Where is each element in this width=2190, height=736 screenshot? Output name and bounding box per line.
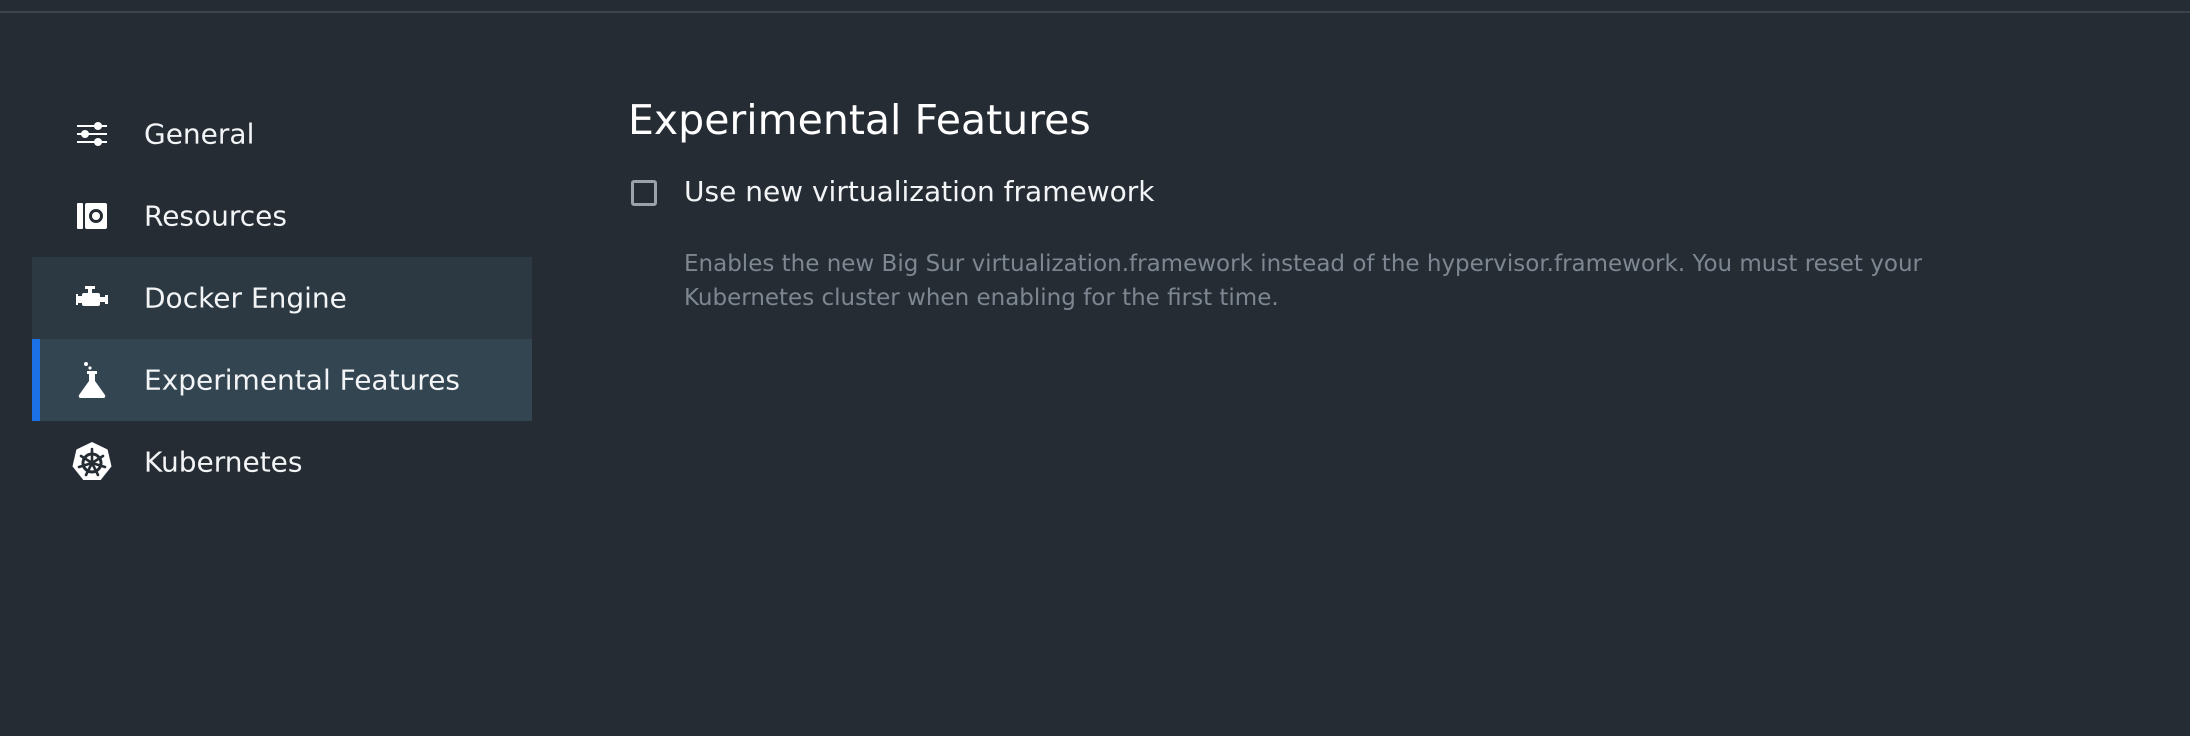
settings-content: Experimental Features Use new virtualiza… [628, 94, 2108, 311]
sidebar-item-label: Experimental Features [144, 363, 461, 397]
settings-sidebar: General Resources Docker Engine Experime… [32, 93, 532, 503]
sidebar-item-docker-engine[interactable]: Docker Engine [32, 257, 532, 339]
sidebar-item-label: Docker Engine [144, 281, 347, 315]
sidebar-item-experimental-features[interactable]: Experimental Features [32, 339, 532, 421]
sidebar-item-kubernetes[interactable]: Kubernetes [32, 421, 532, 503]
sidebar-item-label: General [144, 117, 255, 151]
virtualization-framework-checkbox[interactable] [631, 180, 657, 206]
sliders-icon [70, 112, 114, 156]
disk-icon [70, 194, 114, 238]
sidebar-item-label: Kubernetes [144, 445, 303, 479]
sidebar-item-resources[interactable]: Resources [32, 175, 532, 257]
window-top-divider [0, 11, 2190, 13]
sidebar-item-label: Resources [144, 199, 287, 233]
sidebar-item-general[interactable]: General [32, 93, 532, 175]
kubernetes-icon [70, 440, 114, 484]
engine-icon [70, 276, 114, 320]
virtualization-framework-label[interactable]: Use new virtualization framework [684, 175, 1154, 208]
page-title: Experimental Features [628, 96, 1091, 144]
flask-icon [70, 358, 114, 402]
virtualization-framework-description: Enables the new Big Sur virtualization.f… [684, 251, 1922, 311]
